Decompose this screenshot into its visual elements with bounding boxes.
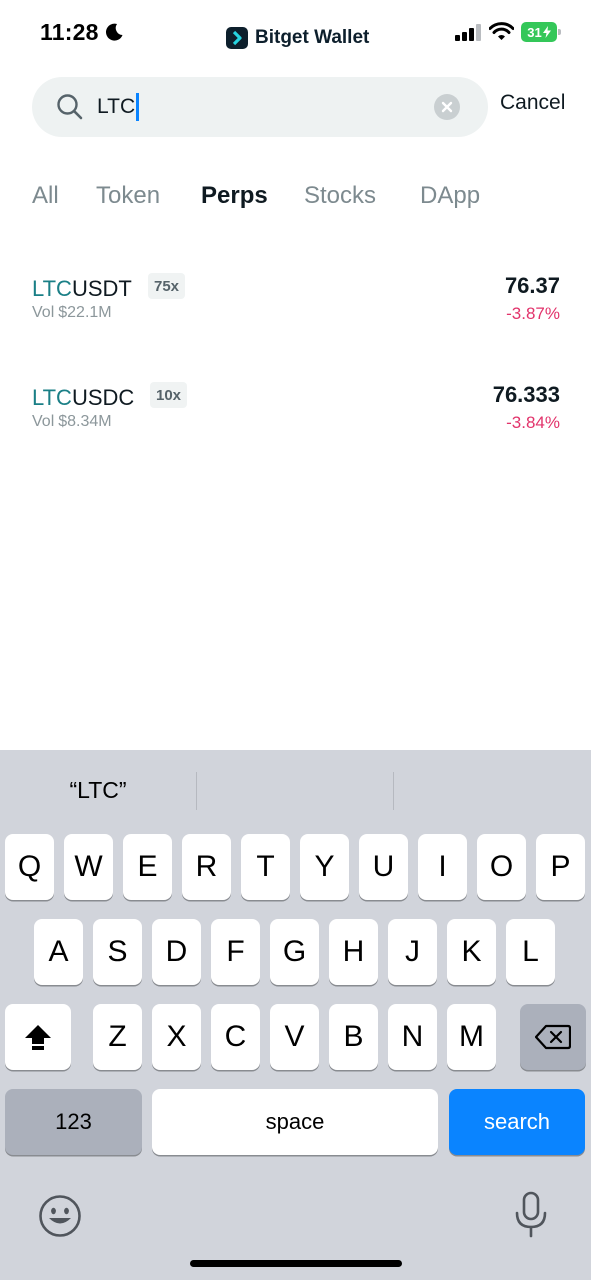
- emoji-icon[interactable]: [38, 1194, 82, 1238]
- key-j[interactable]: J: [388, 919, 437, 985]
- volume-value: $8.34M: [58, 413, 112, 430]
- text-caret: [136, 93, 139, 121]
- key-w[interactable]: W: [64, 834, 113, 900]
- key-d[interactable]: D: [152, 919, 201, 985]
- key-e[interactable]: E: [123, 834, 172, 900]
- keyboard-suggestion[interactable]: “LTC”: [0, 750, 196, 830]
- bitget-logo-icon: [226, 27, 248, 49]
- key-x[interactable]: X: [152, 1004, 201, 1070]
- result-row-ltcusdt[interactable]: LTCUSDT 75x Vol $22.1M 76.37 -3.87%: [0, 273, 591, 366]
- result-row-ltcusdc[interactable]: LTCUSDC 10x Vol $8.34M 76.333 -3.84%: [0, 382, 591, 475]
- cellular-signal-icon: [455, 24, 481, 41]
- clear-search-icon[interactable]: [434, 94, 460, 120]
- tab-token[interactable]: Token: [96, 182, 160, 210]
- backspace-icon: [535, 1024, 571, 1050]
- tab-all[interactable]: All: [32, 182, 59, 210]
- wifi-icon: [489, 22, 514, 40]
- key-f[interactable]: F: [211, 919, 260, 985]
- search-field[interactable]: LTC: [32, 77, 488, 137]
- search-icon: [57, 94, 83, 120]
- key-i[interactable]: I: [418, 834, 467, 900]
- price-change: -3.84%: [506, 413, 560, 432]
- key-g[interactable]: G: [270, 919, 319, 985]
- search-key[interactable]: search: [449, 1089, 585, 1155]
- key-u[interactable]: U: [359, 834, 408, 900]
- pair-name: LTCUSDC: [32, 385, 134, 411]
- pair-base: LTC: [32, 276, 72, 301]
- search-input-value: LTC: [97, 95, 136, 118]
- status-bar: 11:28 Bitget Wallet 31: [0, 0, 591, 66]
- volume-label: Vol: [32, 304, 55, 321]
- key-y[interactable]: Y: [300, 834, 349, 900]
- price: 76.37: [504, 273, 560, 298]
- shift-key[interactable]: [5, 1004, 71, 1070]
- key-s[interactable]: S: [93, 919, 142, 985]
- keyboard: “LTC” Q W E R T Y U I O P A S D F G H J …: [0, 750, 591, 1280]
- key-a[interactable]: A: [34, 919, 83, 985]
- brand: Bitget Wallet: [226, 25, 369, 51]
- price-change: -3.87%: [506, 304, 560, 323]
- volume-label: Vol: [32, 413, 55, 430]
- key-p[interactable]: P: [536, 834, 585, 900]
- pair-base: LTC: [32, 385, 72, 410]
- search-input[interactable]: LTC: [97, 77, 139, 137]
- tab-dapp[interactable]: DApp: [420, 182, 480, 210]
- battery-icon: 31: [521, 22, 561, 42]
- moon-icon: [106, 23, 123, 41]
- cancel-button[interactable]: Cancel: [500, 91, 565, 115]
- tab-stocks[interactable]: Stocks: [304, 182, 376, 210]
- brand-name: Bitget Wallet: [255, 27, 370, 48]
- leverage-badge: 75x: [148, 273, 186, 299]
- leverage-badge: 10x: [150, 382, 188, 408]
- pair-quote: USDC: [71, 385, 135, 410]
- status-time: 11:28: [40, 19, 99, 45]
- key-n[interactable]: N: [388, 1004, 437, 1070]
- key-z[interactable]: Z: [93, 1004, 142, 1070]
- microphone-icon[interactable]: [513, 1191, 549, 1239]
- price: 76.333: [492, 382, 560, 407]
- key-r[interactable]: R: [182, 834, 231, 900]
- key-h[interactable]: H: [329, 919, 378, 985]
- key-o[interactable]: O: [477, 834, 526, 900]
- battery-level: 31: [527, 24, 542, 40]
- key-k[interactable]: K: [447, 919, 496, 985]
- suggestion-divider: [196, 772, 197, 810]
- shift-icon: [25, 1025, 51, 1050]
- key-b[interactable]: B: [329, 1004, 378, 1070]
- pair-name: LTCUSDT: [32, 276, 132, 302]
- key-q[interactable]: Q: [5, 834, 54, 900]
- volume: Vol $8.34M: [32, 413, 112, 431]
- pair-quote: USDT: [71, 276, 132, 301]
- backspace-key[interactable]: [520, 1004, 586, 1070]
- key-t[interactable]: T: [241, 834, 290, 900]
- numbers-key[interactable]: 123: [5, 1089, 142, 1155]
- key-m[interactable]: M: [447, 1004, 496, 1070]
- space-key[interactable]: space: [152, 1089, 438, 1155]
- key-l[interactable]: L: [506, 919, 555, 985]
- tab-perps[interactable]: Perps: [201, 182, 268, 210]
- volume: Vol $22.1M: [32, 304, 112, 322]
- home-indicator: [190, 1260, 402, 1267]
- suggestion-divider: [393, 772, 394, 810]
- volume-value: $22.1M: [58, 304, 112, 321]
- key-c[interactable]: C: [211, 1004, 260, 1070]
- key-v[interactable]: V: [270, 1004, 319, 1070]
